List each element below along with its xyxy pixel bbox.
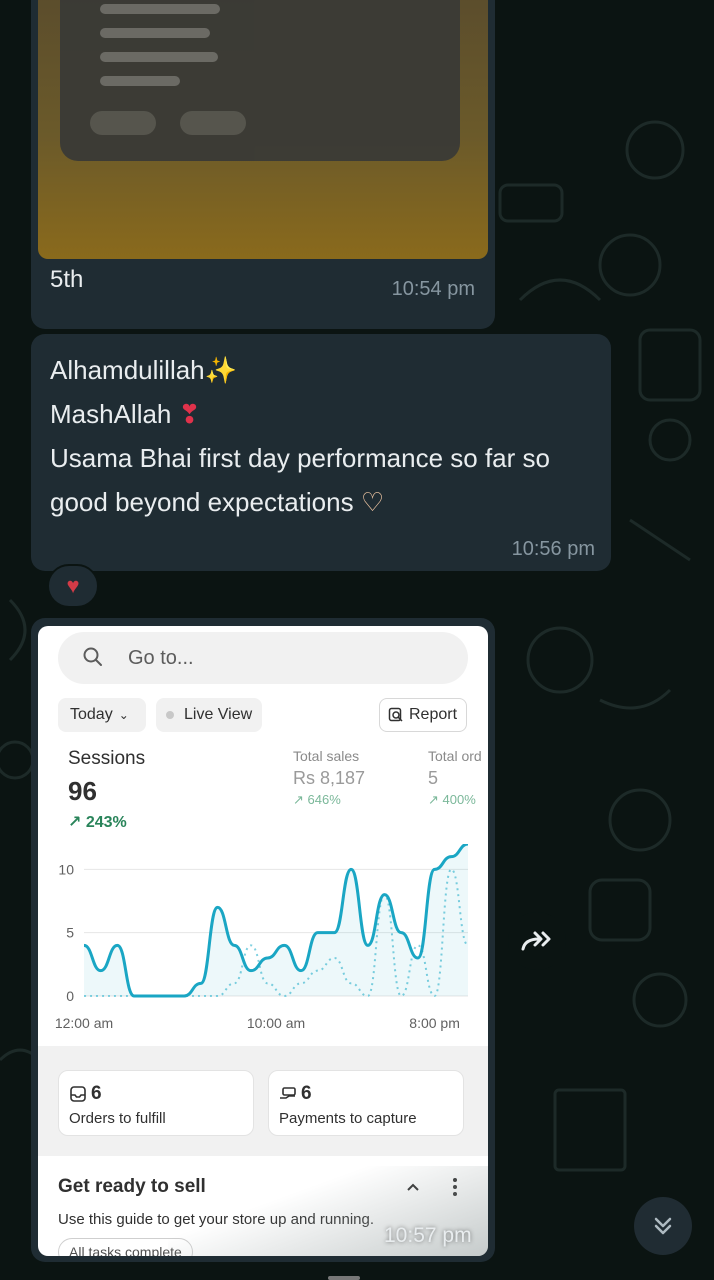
date-filter-chip: Today ⌄ [58, 698, 146, 732]
blurred-line [100, 4, 220, 14]
payments-label: Payments to capture [279, 1110, 417, 1127]
forward-button[interactable] [508, 912, 566, 970]
search-bar: Go to... [58, 632, 468, 684]
payment-hand-icon [280, 1087, 296, 1099]
blurred-line [100, 52, 218, 62]
orders-to-fulfill-card: 6 Orders to fulfill [58, 1070, 254, 1136]
message-timestamp: 10:54 pm [391, 278, 475, 300]
message-reaction[interactable]: ♥ [47, 564, 99, 608]
message-timestamp: 10:57 pm [384, 1224, 472, 1247]
total-sales-delta: ↗ 646% [293, 792, 341, 807]
sessions-delta-value: 243% [85, 814, 127, 831]
y-tick-label: 0 [66, 988, 74, 1004]
report-label: Report [409, 706, 458, 723]
sessions-line-chart: 10 5 0 12:00 am 10:00 am 8:00 pm [55, 844, 469, 1031]
date-filter-label: Today [70, 706, 113, 723]
live-view-chip: Live View [156, 698, 262, 732]
image-caption: 5th [50, 266, 84, 293]
report-button: Report [379, 698, 467, 732]
sparkles-emoji-icon: ✨ [204, 355, 238, 385]
double-chevron-down-icon [654, 1217, 672, 1235]
total-orders-value: 5 [428, 768, 439, 788]
heart-exclamation-emoji-icon: ❣ [178, 399, 201, 429]
message-body: Alhamdulillah✨ MashAllah ❣ Usama Bhai fi… [50, 348, 595, 524]
chevron-down-icon: ⌄ [118, 708, 129, 722]
scroll-to-bottom-button[interactable] [634, 1197, 692, 1255]
blurred-receipt-card [60, 0, 460, 161]
sessions-area [84, 844, 468, 996]
sessions-delta: ↗ 243% [68, 814, 127, 831]
y-tick-label: 5 [66, 925, 74, 941]
total-orders-label: Total ord [428, 748, 482, 764]
x-tick-label: 10:00 am [247, 1015, 305, 1031]
message-line: Usama Bhai first day performance so far … [50, 443, 550, 517]
orders-count: 6 [91, 1083, 102, 1104]
report-search-icon [388, 707, 403, 722]
anatomical-heart-emoji-icon: ♥ [66, 573, 80, 598]
inbox-icon [70, 1086, 86, 1102]
y-tick-label: 10 [58, 861, 74, 877]
search-placeholder: Go to... [128, 647, 194, 669]
message-line: Alhamdulillah [50, 355, 205, 385]
x-tick-label: 8:00 pm [409, 1015, 460, 1031]
message-line: MashAllah [50, 399, 172, 429]
total-sales-delta-value: 646% [307, 792, 341, 807]
live-dot-icon [166, 711, 174, 719]
payments-to-capture-card: 6 Payments to capture [268, 1070, 464, 1136]
message-timestamp: 10:56 pm [511, 538, 595, 560]
total-sales-label: Total sales [293, 748, 360, 764]
heart-hands-emoji-icon: ♡ [360, 487, 385, 517]
blurred-button [180, 111, 246, 135]
total-orders-delta-value: 400% [442, 792, 476, 807]
x-tick-label: 12:00 am [55, 1015, 113, 1031]
search-icon [83, 647, 102, 666]
orders-label: Orders to fulfill [69, 1110, 166, 1127]
dashboard-screenshot[interactable]: Go to... Today ⌄ Live View Report Sessio… [38, 626, 488, 1256]
payments-count: 6 [301, 1083, 312, 1104]
total-sales-value: Rs 8,187 [293, 768, 366, 788]
blurred-line [100, 28, 210, 38]
text-message-bubble[interactable]: Alhamdulillah✨ MashAllah ❣ Usama Bhai fi… [31, 334, 611, 571]
total-orders-delta: ↗ 400% [428, 792, 476, 807]
sessions-label: Sessions [68, 748, 146, 769]
live-view-label: Live View [184, 706, 253, 723]
blurred-button [90, 111, 156, 135]
image-message-bubble[interactable]: 5th 10:54 pm [31, 0, 495, 329]
dashboard-image-message-bubble[interactable]: Go to... Today ⌄ Live View Report Sessio… [31, 618, 495, 1262]
forward-arrow-icon [521, 931, 551, 951]
image-thumbnail[interactable] [38, 0, 488, 259]
sessions-value: 96 [68, 776, 97, 806]
blurred-line [100, 76, 180, 86]
home-indicator [328, 1276, 360, 1280]
